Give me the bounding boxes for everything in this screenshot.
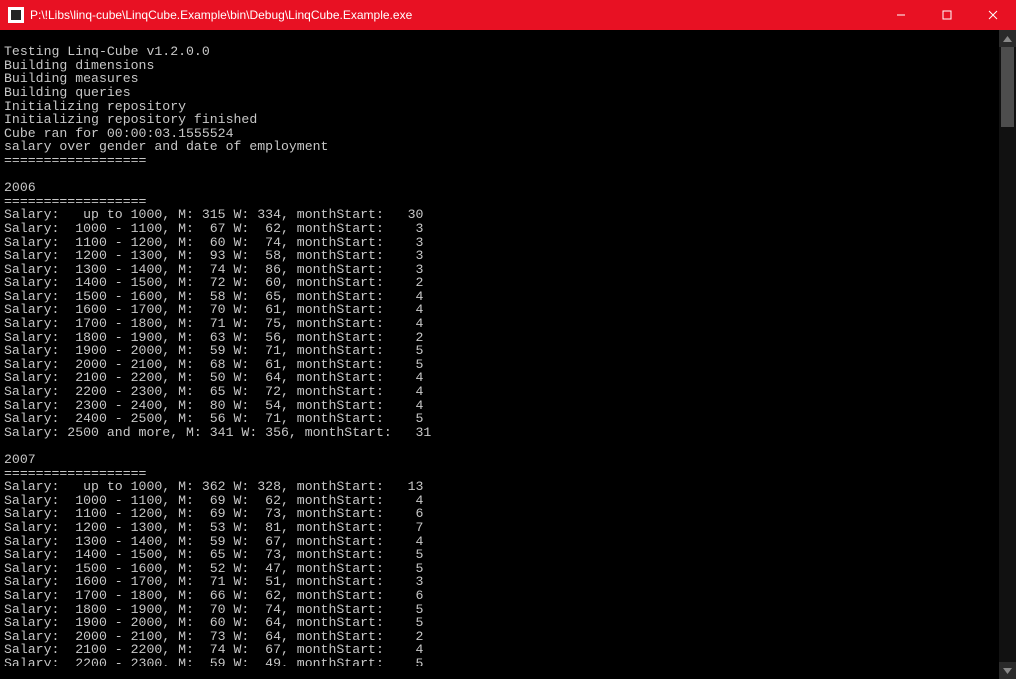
maximize-button[interactable] xyxy=(924,0,970,30)
scroll-down-button[interactable] xyxy=(999,662,1016,679)
minimize-icon xyxy=(896,10,906,20)
window-title: P:\!Libs\linq-cube\LinqCube.Example\bin\… xyxy=(30,8,878,22)
scroll-up-button[interactable] xyxy=(999,30,1016,47)
scroll-track[interactable] xyxy=(999,47,1016,662)
close-icon xyxy=(988,10,998,20)
client-area: Testing Linq-Cube v1.2.0.0 Building dime… xyxy=(0,30,1016,679)
minimize-button[interactable] xyxy=(878,0,924,30)
scroll-thumb[interactable] xyxy=(1001,47,1014,127)
maximize-icon xyxy=(942,10,952,20)
vertical-scrollbar[interactable] xyxy=(999,30,1016,679)
console-output[interactable]: Testing Linq-Cube v1.2.0.0 Building dime… xyxy=(0,43,999,666)
close-button[interactable] xyxy=(970,0,1016,30)
window-buttons xyxy=(878,0,1016,30)
chevron-up-icon xyxy=(1003,36,1012,42)
app-icon xyxy=(8,7,24,23)
chevron-down-icon xyxy=(1003,668,1012,674)
console-window: P:\!Libs\linq-cube\LinqCube.Example\bin\… xyxy=(0,0,1016,679)
titlebar[interactable]: P:\!Libs\linq-cube\LinqCube.Example\bin\… xyxy=(0,0,1016,30)
